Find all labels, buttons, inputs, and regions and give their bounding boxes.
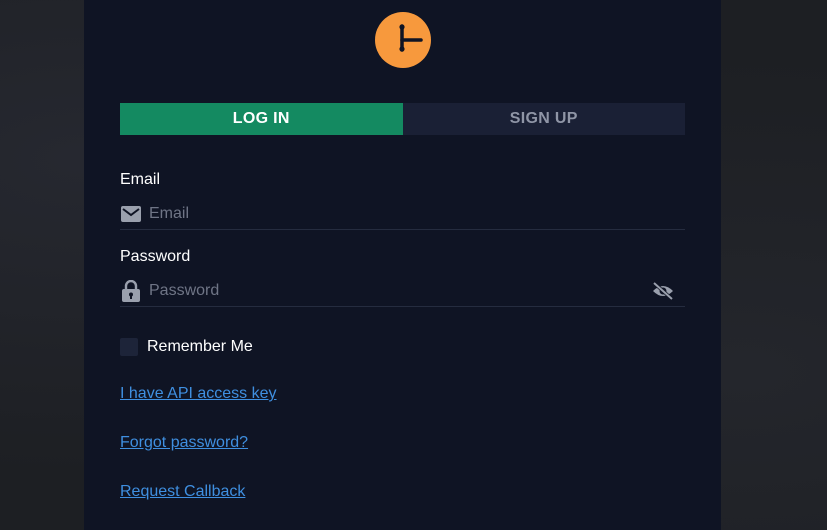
email-label: Email [120,171,161,188]
login-panel: LOG IN SIGN UP Email Password [84,0,721,530]
lock-icon [120,280,142,302]
remember-me-checkbox[interactable] [120,338,138,356]
remember-me-label[interactable]: Remember Me [147,338,253,356]
tab-signup[interactable]: SIGN UP [402,103,685,135]
eye-off-icon[interactable] [651,279,675,303]
auth-tabs: LOG IN SIGN UP [120,103,685,135]
tab-login[interactable]: LOG IN [120,103,403,135]
brand-logo [375,12,431,68]
password-field-row [120,276,685,307]
password-label: Password [120,248,191,265]
envelope-icon [120,203,142,225]
email-field-row [120,199,685,230]
request-callback-link[interactable]: Request Callback [120,483,245,501]
password-input[interactable] [149,278,651,304]
api-key-link[interactable]: I have API access key [120,385,277,403]
remember-me-row: Remember Me [120,338,253,356]
forgot-password-link[interactable]: Forgot password? [120,434,248,452]
email-input[interactable] [149,201,685,227]
